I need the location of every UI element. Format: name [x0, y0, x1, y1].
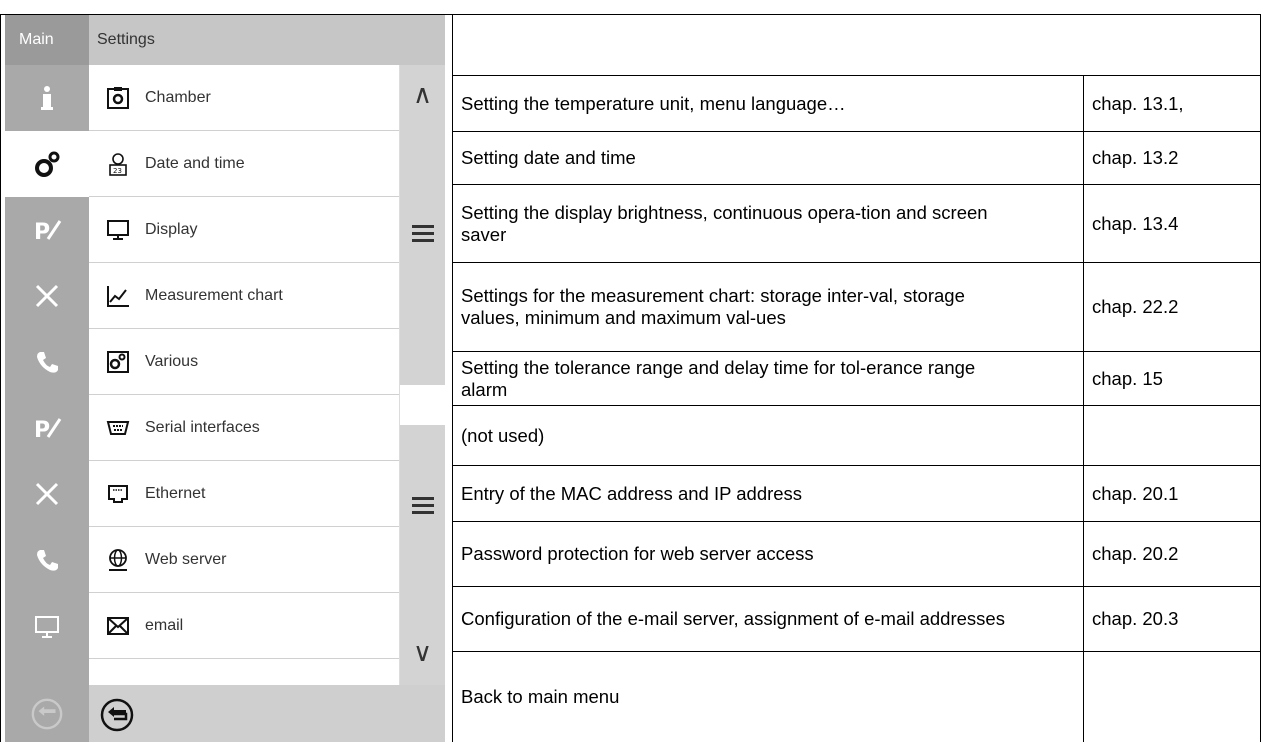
monitor-icon [105, 217, 131, 243]
sidebar-program[interactable]: P [5, 197, 89, 263]
scroll-up-icon[interactable]: ∧ [400, 79, 445, 110]
table-cell-desc: Setting the display brightness, continuo… [461, 201, 988, 245]
sidebar-info[interactable] [5, 65, 89, 131]
list-item[interactable]: email [89, 593, 399, 659]
table-cell-desc: Entry of the MAC address and IP address [461, 482, 803, 504]
monitor-icon [35, 616, 59, 638]
sidebar-settings[interactable] [5, 131, 89, 197]
list-item-label: Chamber [145, 88, 211, 106]
serial-port-icon [105, 415, 131, 441]
svg-text:P: P [34, 220, 50, 245]
list-item[interactable]: Web server [89, 527, 399, 593]
list-item[interactable]: 23 Date and time [89, 131, 399, 197]
list-item-label: email [145, 616, 184, 634]
tools-icon [35, 482, 59, 506]
svg-text:23: 23 [113, 167, 122, 175]
table-cell-ref: chap. 13.1, [1092, 92, 1184, 114]
envelope-icon [105, 613, 131, 639]
table-cell-desc: Setting the tolerance range and delay ti… [461, 356, 976, 400]
sidebar-monitor[interactable] [5, 593, 89, 659]
table-cell-desc: Setting the temperature unit, menu langu… [461, 92, 846, 114]
list-item-label: Serial interfaces [145, 418, 260, 436]
list-item[interactable]: Serial interfaces [89, 395, 399, 461]
globe-icon [105, 547, 131, 573]
sidebar-phone[interactable] [5, 329, 89, 395]
table-cell-desc: Configuration of the e-mail server, assi… [461, 608, 1005, 629]
program-icon: P [34, 418, 62, 443]
settings-gears-icon [35, 151, 60, 177]
tab-settings[interactable]: Settings [89, 15, 155, 65]
list-item[interactable]: Ethernet [89, 461, 399, 527]
sidebar-back[interactable] [5, 685, 89, 742]
sidebar-phone-2[interactable] [5, 527, 89, 593]
tab-bar: Main Settings [5, 15, 445, 65]
bottom-bar [89, 685, 445, 742]
table-cell-desc: Settings for the measurement chart: stor… [461, 285, 965, 328]
back-icon [31, 698, 63, 729]
list-item-label: Various [145, 352, 199, 370]
ethernet-icon [105, 481, 131, 507]
table-cell-ref [1084, 406, 1260, 465]
table-cell-ref: chap. 20.2 [1092, 543, 1179, 564]
sidebar-tools[interactable] [5, 263, 89, 329]
info-icon [41, 86, 53, 110]
list-item-label: Date and time [145, 154, 245, 172]
document-page: Main Settings P P Chamber 23 Date and ti… [0, 0, 1261, 742]
table-cell-ref [1084, 652, 1260, 742]
tab-main[interactable]: Main [5, 15, 89, 65]
sidebar-tools-2[interactable] [5, 461, 89, 527]
clock-calendar-icon: 23 [105, 151, 131, 177]
table-cell-ref: chap. 13.2 [1092, 147, 1179, 168]
table-cell-ref: chap. 20.1 [1092, 482, 1179, 504]
device-screenshot: Main Settings P P Chamber 23 Date and ti… [5, 15, 445, 742]
sidebar-program-2[interactable]: P [5, 395, 89, 461]
scroll-handle-icon[interactable] [412, 497, 434, 518]
table-cell-ref: chap. 13.4 [1092, 212, 1179, 234]
chamber-icon [105, 85, 131, 111]
table-cell-ref: chap. 22.2 [1092, 296, 1179, 317]
phone-icon [37, 550, 58, 571]
svg-text:P: P [34, 418, 50, 443]
settings-list: Chamber 23 Date and time Display Measure… [89, 65, 399, 685]
tools-icon [35, 284, 59, 308]
table-cell-desc: Setting date and time [461, 147, 636, 168]
gears-icon [105, 349, 131, 375]
back-icon[interactable] [99, 697, 135, 733]
table-cell-ref: chap. 15 [1092, 367, 1163, 389]
phone-icon [37, 352, 58, 373]
table-cell-desc: Password protection for web server acces… [461, 543, 814, 564]
list-item[interactable]: Chamber [89, 65, 399, 131]
list-item[interactable]: Display [89, 197, 399, 263]
list-item[interactable]: Various [89, 329, 399, 395]
scroll-handle-icon[interactable] [412, 225, 434, 246]
scrollbar[interactable]: ∧ ∨ [399, 65, 445, 685]
list-item[interactable]: Measurement chart [89, 263, 399, 329]
table-left-border [0, 14, 1, 742]
list-item-label: Display [145, 220, 198, 238]
scroll-down-icon[interactable]: ∨ [400, 637, 445, 668]
table-cell-desc: (not used) [461, 424, 545, 446]
table-cell-desc: Back to main menu [461, 686, 620, 707]
table-cell-ref: chap. 20.3 [1092, 608, 1179, 629]
list-item-label: Ethernet [145, 484, 206, 502]
list-item-label: Measurement chart [145, 286, 283, 304]
chart-icon [105, 283, 131, 309]
sidebar: P P [5, 65, 89, 742]
program-icon: P [34, 220, 62, 245]
list-item-label: Web server [145, 550, 227, 568]
